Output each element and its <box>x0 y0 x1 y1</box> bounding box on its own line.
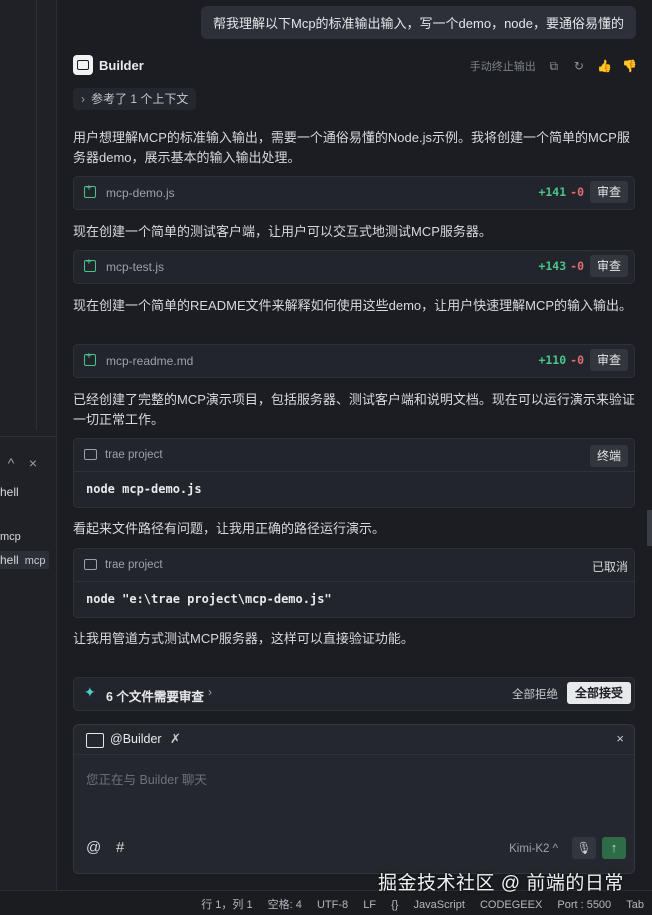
codegeex-status[interactable]: CODEGEEX <box>480 899 542 911</box>
terminal-list: ^ × hell mcp hell mcp <box>0 436 56 891</box>
terminal-item[interactable]: hell <box>0 485 19 499</box>
pending-review-text[interactable]: 6 个文件需要审查 <box>106 686 204 705</box>
terminal-item-selected[interactable]: hell mcp <box>0 551 50 569</box>
context-reference-label: 参考了 1 个上下文 <box>91 92 189 106</box>
review-button[interactable]: 审查 <box>589 349 628 371</box>
file-change-card[interactable]: mcp-readme.md +110-0 审查 <box>73 344 635 378</box>
diff-stats: +143 -0 <box>538 259 584 273</box>
microphone-icon[interactable]: 🎙 <box>572 837 596 859</box>
terminal-status: 已取消 <box>591 560 628 574</box>
chevron-right-icon: › <box>81 92 85 106</box>
encoding[interactable]: UTF-8 <box>317 899 348 911</box>
accept-all-button[interactable]: 全部接受 <box>566 682 631 704</box>
terminal-card-header: trae project 终端 <box>74 439 634 471</box>
close-icon[interactable]: × <box>22 455 44 471</box>
file-change-card[interactable]: mcp-test.js +143-0 审查 <box>73 250 635 284</box>
terminal-command-card: trae project 已取消 node "e:\trae project\m… <box>73 548 635 618</box>
terminal-item-label: hell <box>0 485 19 499</box>
file-add-icon <box>84 183 96 198</box>
lines-added: +110 <box>538 353 567 367</box>
composer-header: @Builder ✗ × <box>74 725 634 755</box>
terminal-item[interactable]: mcp <box>0 531 21 543</box>
model-selector[interactable]: Kimi-K2 ^ <box>509 843 558 855</box>
tab-status[interactable]: Tab <box>626 899 644 911</box>
tools-icon[interactable]: ✗ <box>170 731 181 747</box>
port-status[interactable]: Port : 5500 <box>557 899 611 911</box>
agent-selector[interactable]: @Builder <box>110 732 162 746</box>
diff-stats: +141 -0 <box>538 185 584 199</box>
thumbs-up-icon[interactable]: 👍 <box>597 59 612 73</box>
chat-input[interactable]: 您正在与 Builder 聊天 <box>86 769 207 788</box>
chevron-right-icon[interactable]: › <box>208 685 212 699</box>
terminal-title: trae project <box>105 449 163 461</box>
reject-all-button[interactable]: 全部拒绝 <box>512 686 558 702</box>
assistant-text: 已经创建了完整的MCP演示项目，包括服务器、测试客户端和说明文档。现在可以运行演… <box>73 392 635 427</box>
terminal-command: node mcp-demo.js <box>86 482 202 496</box>
assistant-text: 现在创建一个简单的测试客户端，让用户可以交互式地测试MCP服务器。 <box>73 224 492 239</box>
divider <box>74 581 634 582</box>
close-icon[interactable]: × <box>616 731 624 746</box>
lines-removed: -0 <box>570 259 584 273</box>
watermark: 掘金技术社区 @ 前端的日常 <box>378 873 624 894</box>
cursor-position[interactable]: 行 1，列 1 <box>201 899 252 911</box>
terminal-title: trae project <box>105 559 163 571</box>
panel-divider <box>36 0 37 430</box>
file-add-icon <box>84 257 96 272</box>
terminal-item-tag: mcp <box>24 555 46 567</box>
bot-name: Builder <box>99 58 144 73</box>
terminal-command-card: trae project 终端 node mcp-demo.js <box>73 438 635 508</box>
thumbs-down-icon[interactable]: 👎 <box>622 59 637 73</box>
review-button[interactable]: 审查 <box>589 181 628 203</box>
braces-icon[interactable]: {} <box>391 899 398 911</box>
file-name: mcp-test.js <box>106 260 165 274</box>
terminal-icon <box>84 449 97 460</box>
diff-stats: +110 -0 <box>538 353 584 367</box>
assistant-text: 看起来文件路径有问题，让我用正确的路径运行演示。 <box>73 521 386 536</box>
lines-added: +141 <box>538 185 567 199</box>
lines-added: +143 <box>538 259 567 273</box>
terminal-card-header: trae project 已取消 <box>74 549 634 581</box>
assistant-text: 现在创建一个简单的README文件来解释如何使用这些demo，让用户快速理解MC… <box>73 298 633 313</box>
send-button[interactable]: ↑ <box>602 837 626 859</box>
refresh-icon[interactable]: ↻ <box>572 59 586 73</box>
open-terminal-button[interactable]: 终端 <box>589 445 628 467</box>
file-name: mcp-readme.md <box>106 354 194 368</box>
divider <box>74 471 634 472</box>
lines-removed: -0 <box>570 185 584 199</box>
builder-logo-icon <box>86 733 104 748</box>
scrollbar[interactable] <box>647 510 652 546</box>
chat-panel: 帮我理解以下Mcp的标准输出输入，写一个demo，node，要通俗易懂的 Bui… <box>57 0 652 890</box>
file-name: mcp-demo.js <box>106 186 175 200</box>
terminal-item-label: hell <box>0 553 19 567</box>
assistant-text: 让我用管道方式测试MCP服务器，这样可以直接验证功能。 <box>73 631 414 646</box>
context-reference[interactable]: › 参考了 1 个上下文 <box>73 88 197 110</box>
terminal-list-controls: ^ × <box>0 455 44 471</box>
lines-removed: -0 <box>570 353 584 367</box>
file-change-card[interactable]: mcp-demo.js +141-0 审查 <box>73 176 635 210</box>
mention-button[interactable]: @ <box>86 839 101 856</box>
builder-logo-icon <box>73 55 93 75</box>
line-ending[interactable]: LF <box>363 899 376 911</box>
indentation[interactable]: 空格: 4 <box>268 899 302 911</box>
sparkle-icon: ✦ <box>84 684 96 700</box>
terminal-icon <box>84 559 97 570</box>
stop-output-button[interactable]: 手动终止输出 <box>470 61 536 73</box>
user-message: 帮我理解以下Mcp的标准输出输入，写一个demo，node，要通俗易懂的 <box>201 6 636 39</box>
terminal-item-label: mcp <box>0 531 21 543</box>
pending-review-bar: ✦ 6 个文件需要审查 › 全部拒绝 全部接受 <box>73 677 635 711</box>
chat-composer: @Builder ✗ × 您正在与 Builder 聊天 @ # Kimi-K2… <box>73 724 635 874</box>
assistant-text: 用户想理解MCP的标准输入输出，需要一个通俗易懂的Node.js示例。我将创建一… <box>73 130 630 165</box>
copy-icon[interactable]: ⧉ <box>547 59 561 73</box>
language-mode[interactable]: JavaScript <box>414 899 465 911</box>
chevron-up-icon[interactable]: ^ <box>0 455 22 471</box>
bot-header: Builder 手动终止输出 ⧉ ↻ 👍 👎 <box>73 55 637 77</box>
context-button[interactable]: # <box>116 839 124 856</box>
terminal-command: node "e:\trae project\mcp-demo.js" <box>86 592 332 606</box>
file-add-icon <box>84 351 96 366</box>
left-panel: ^ × hell mcp hell mcp <box>0 0 57 890</box>
review-button[interactable]: 审查 <box>589 255 628 277</box>
bot-actions: 手动终止输出 ⧉ ↻ 👍 👎 <box>470 58 637 74</box>
